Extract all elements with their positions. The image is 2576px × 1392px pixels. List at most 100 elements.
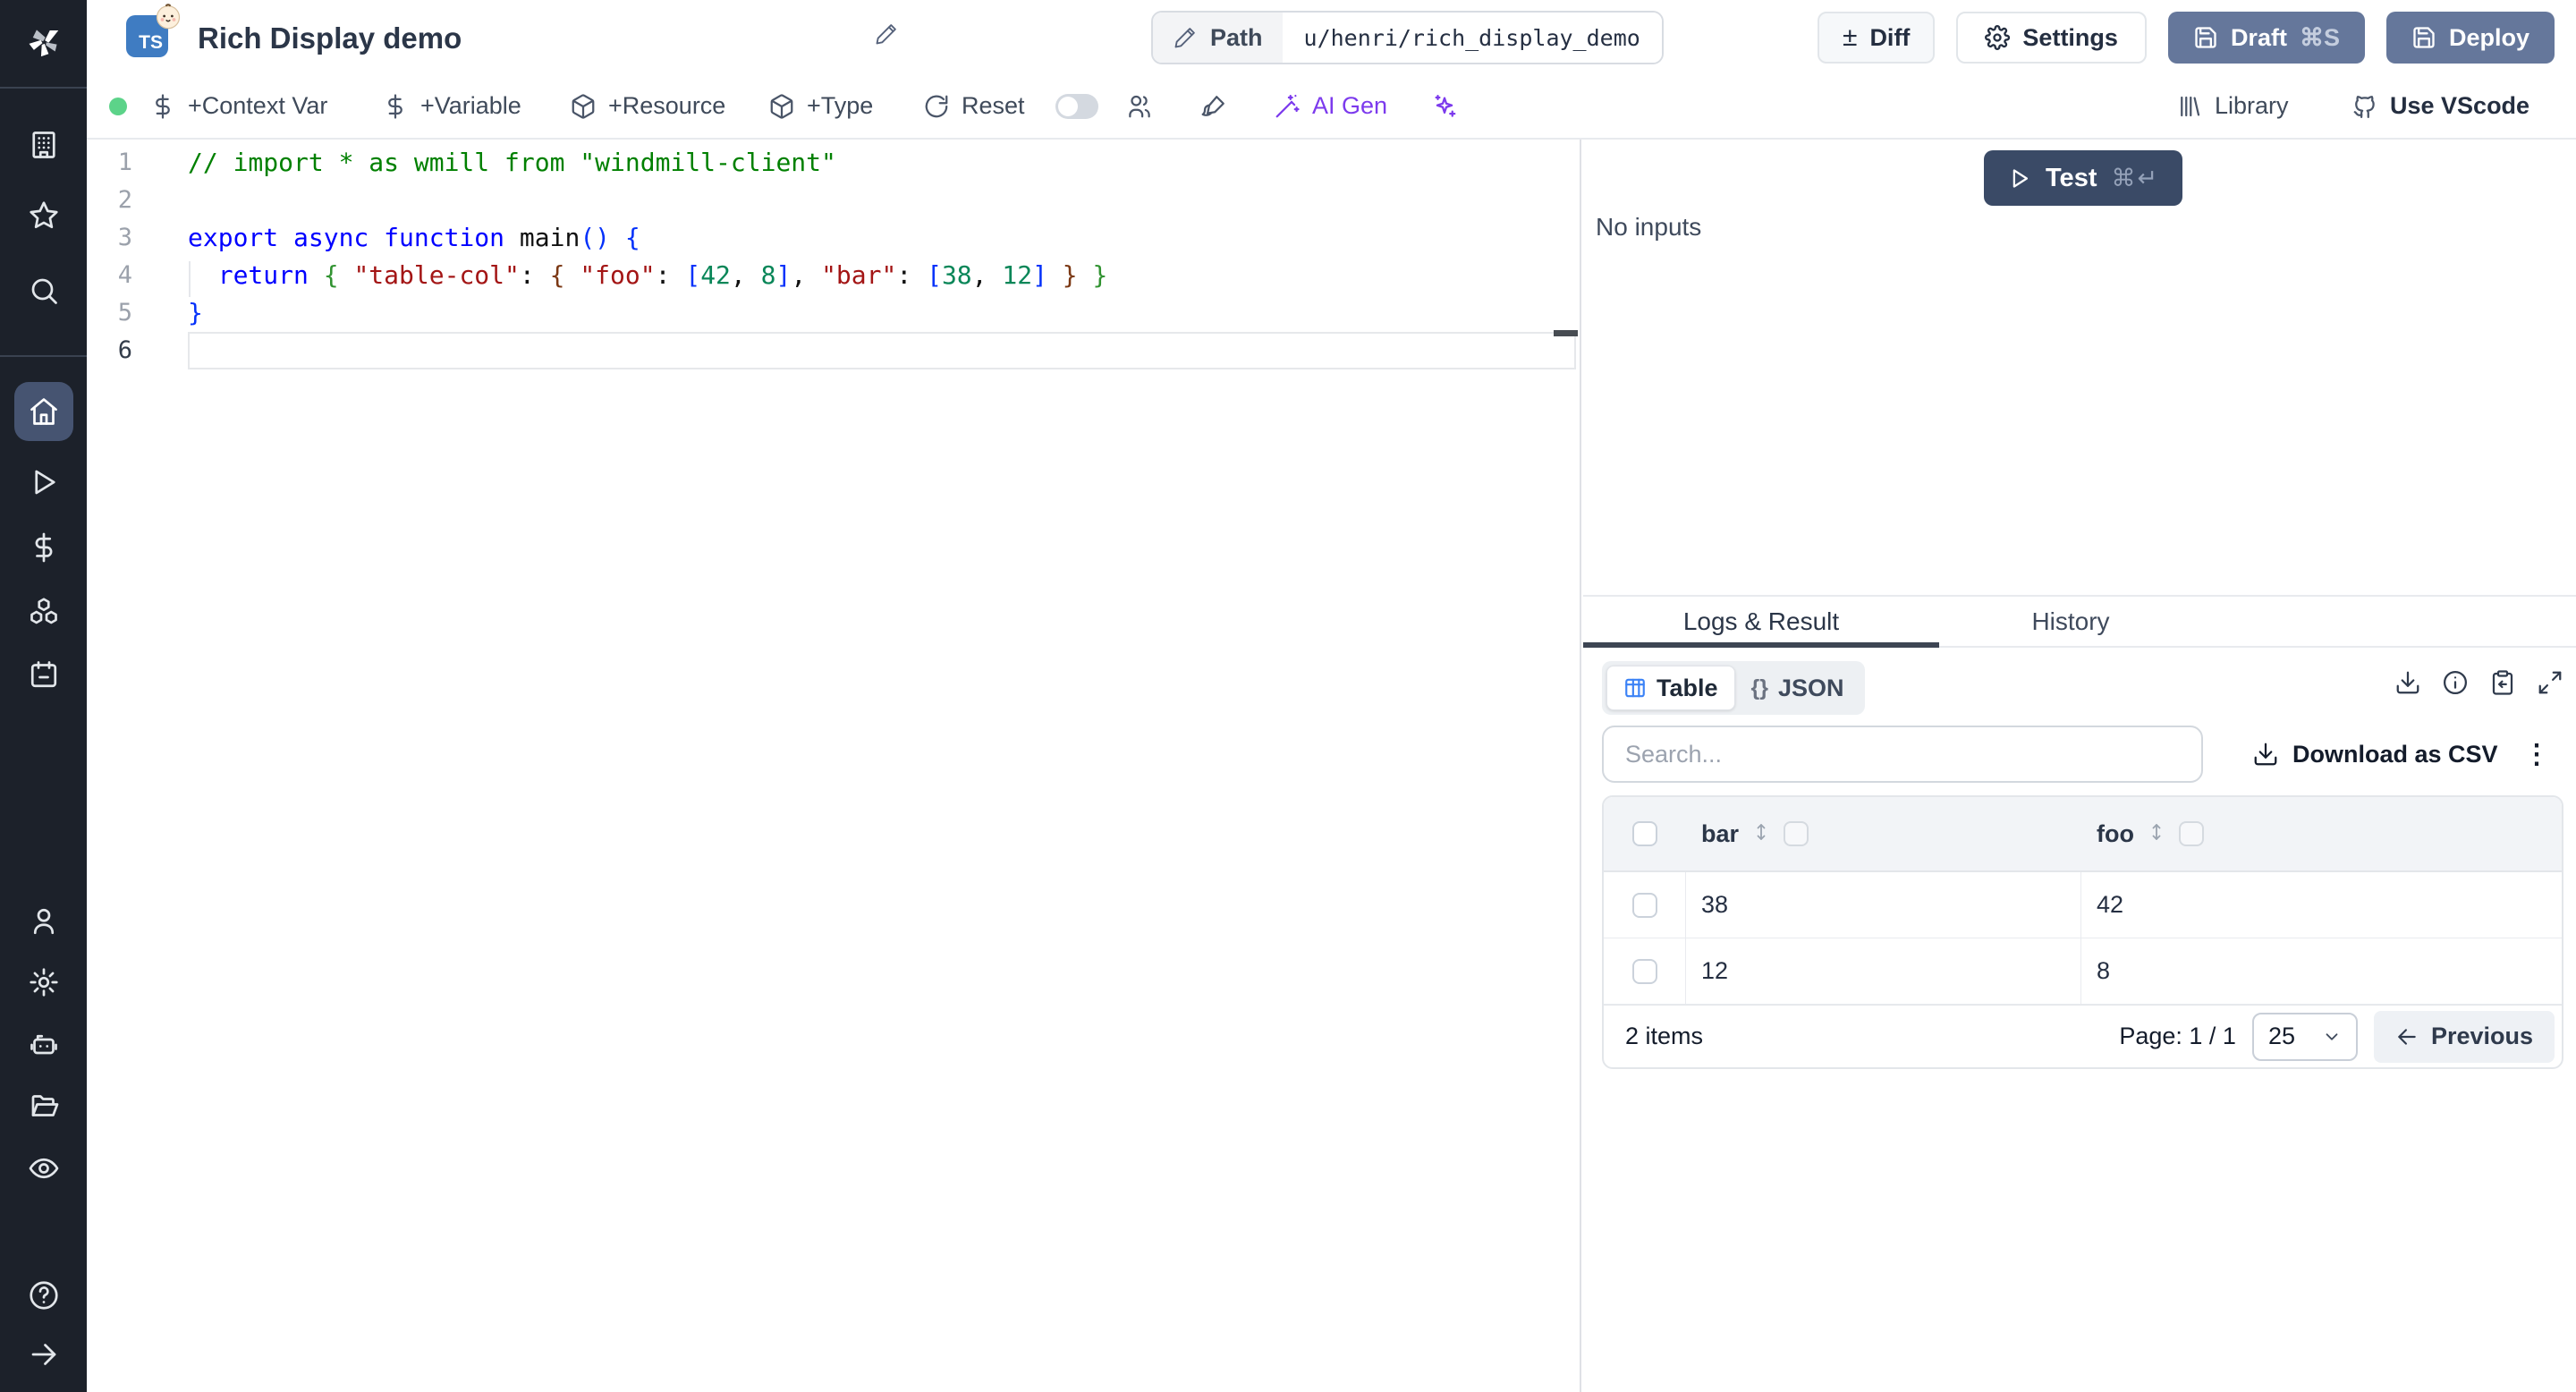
view-table-segment[interactable]: Table: [1606, 666, 1735, 710]
column-options-box[interactable]: [1784, 821, 1809, 846]
code-editor[interactable]: 1 // import * as wmill from "windmill-cl…: [87, 140, 1579, 1392]
sidebar: [0, 0, 87, 1392]
info-icon[interactable]: [2442, 669, 2469, 696]
page-size-select[interactable]: 25: [2251, 1012, 2358, 1061]
draft-button[interactable]: Draft ⌘S: [2167, 12, 2365, 64]
sort-icon[interactable]: [2146, 821, 2167, 847]
diff-button[interactable]: ± Diff: [1817, 12, 1936, 64]
gear-icon: [1985, 25, 2011, 50]
folder-open-icon: [31, 1095, 58, 1116]
code-line-5: 5 }: [87, 294, 1579, 332]
sidebar-item-search[interactable]: [0, 275, 87, 307]
format-brush-button[interactable]: [1200, 74, 1227, 138]
path-label-segment[interactable]: Path: [1153, 13, 1283, 63]
sidebar-item-folders[interactable]: [0, 1090, 87, 1122]
pencil-icon: [1174, 28, 1195, 48]
sidebar-item-help[interactable]: [0, 1279, 87, 1311]
sidebar-item-schedules[interactable]: [0, 658, 87, 691]
path-value[interactable]: u/henri/rich_display_demo: [1282, 13, 1662, 63]
table-header-row: bar foo: [1604, 797, 2562, 872]
library-icon: [2181, 96, 2200, 116]
package-icon: [572, 93, 595, 119]
search-input[interactable]: [1602, 726, 2203, 783]
use-vscode-button[interactable]: Use VScode: [2351, 74, 2529, 138]
arrow-left-icon: [2398, 1028, 2416, 1045]
paintbrush-icon: [1201, 95, 1224, 116]
chevron-down-icon: [2326, 1032, 2338, 1040]
select-all-checkbox[interactable]: [1632, 821, 1657, 846]
cell-bar: 12: [1701, 957, 1729, 984]
sidebar-item-favorites[interactable]: [0, 199, 87, 232]
package-icon: [770, 93, 793, 119]
test-shortcut: ⌘↵: [2111, 164, 2160, 191]
sidebar-item-users[interactable]: [0, 905, 87, 938]
page-indicator: Page: 1 / 1: [2119, 1023, 2236, 1049]
play-icon: [34, 470, 55, 495]
table-controls-row: Download as CSV ⋮: [1602, 726, 2563, 783]
code-line-1: 1 // import * as wmill from "windmill-cl…: [87, 144, 1579, 182]
table-icon: [1625, 678, 1645, 698]
sidebar-item-home[interactable]: [0, 382, 87, 441]
line-number: 4: [117, 261, 132, 289]
add-resource-button[interactable]: +Resource: [570, 74, 725, 138]
sidebar-item-runs[interactable]: [0, 466, 87, 498]
line-number: 1: [117, 149, 132, 176]
line-number: 3: [117, 224, 132, 251]
line-number: 5: [117, 299, 132, 327]
sidebar-item-expand[interactable]: [0, 1338, 87, 1371]
column-header-bar[interactable]: bar: [1701, 820, 1739, 848]
editor-toolbar: +Context Var +Variable +Resource +Type R…: [87, 74, 2576, 140]
reset-button[interactable]: Reset: [923, 74, 1025, 138]
sidebar-item-workers[interactable]: [0, 1029, 87, 1061]
sidebar-item-resources[interactable]: [0, 596, 87, 628]
tab-logs-result[interactable]: Logs & Result: [1583, 597, 1939, 648]
users-icon-button[interactable]: [1126, 74, 1153, 138]
test-button[interactable]: Test ⌘↵: [1984, 150, 2183, 206]
column-header-foo[interactable]: foo: [2097, 820, 2134, 848]
edit-title-pencil-icon[interactable]: [874, 21, 904, 52]
sidebar-item-audit[interactable]: [0, 1152, 87, 1184]
download-csv-button[interactable]: Download as CSV: [2252, 726, 2498, 783]
table-row: 38 42: [1604, 872, 2562, 938]
column-options-box[interactable]: [2178, 821, 2204, 846]
home-icon: [30, 398, 57, 425]
table-row: 12 8: [1604, 938, 2562, 1005]
download-icon[interactable]: [2394, 669, 2421, 696]
expand-icon[interactable]: [2537, 669, 2563, 696]
search-icon: [31, 278, 57, 304]
ai-gen-button[interactable]: AI Gen: [1274, 74, 1387, 138]
current-line-highlight: [188, 332, 1576, 369]
sidebar-item-workspace[interactable]: [0, 129, 87, 161]
clipboard-copy-icon[interactable]: [2489, 669, 2516, 696]
view-json-segment[interactable]: {} JSON: [1735, 666, 1860, 710]
tab-history[interactable]: History: [1968, 597, 2174, 646]
library-button[interactable]: Library: [2176, 74, 2289, 138]
windmill-logo[interactable]: [0, 20, 87, 64]
toggle-switch[interactable]: [1055, 74, 1098, 138]
add-variable-button[interactable]: +Variable: [382, 74, 521, 138]
sidebar-item-settings[interactable]: [0, 966, 87, 998]
panel-divider[interactable]: [1580, 140, 1581, 1392]
cell-foo: 8: [2097, 957, 2111, 984]
line-number: 2: [117, 186, 132, 214]
sparkles-button[interactable]: [1431, 74, 1458, 138]
sort-icon[interactable]: [1750, 821, 1772, 847]
boxes-icon: [30, 598, 57, 624]
result-tabs: Logs & Result History: [1583, 597, 2576, 648]
sidebar-item-variables[interactable]: [0, 531, 87, 564]
sidebar-divider: [0, 87, 87, 89]
row-checkbox[interactable]: [1631, 892, 1657, 918]
result-content: Table {} JSON Download as CSV ⋮: [1583, 649, 2576, 1392]
row-checkbox[interactable]: [1631, 958, 1657, 984]
header: TS Rich Display demo Path u/henri/rich_d…: [87, 0, 2576, 74]
add-type-button[interactable]: +Type: [768, 74, 873, 138]
kebab-menu-icon[interactable]: ⋮: [2519, 726, 2555, 783]
github-icon: [2353, 95, 2375, 118]
dollar-icon: [388, 93, 402, 119]
add-context-var-button[interactable]: +Context Var: [149, 74, 327, 138]
users-icon: [1129, 95, 1150, 117]
deploy-button[interactable]: Deploy: [2385, 12, 2555, 64]
settings-button[interactable]: Settings: [1956, 12, 2147, 64]
path-control[interactable]: Path u/henri/rich_display_demo: [1151, 11, 1664, 64]
previous-page-button[interactable]: Previous: [2373, 1010, 2555, 1063]
